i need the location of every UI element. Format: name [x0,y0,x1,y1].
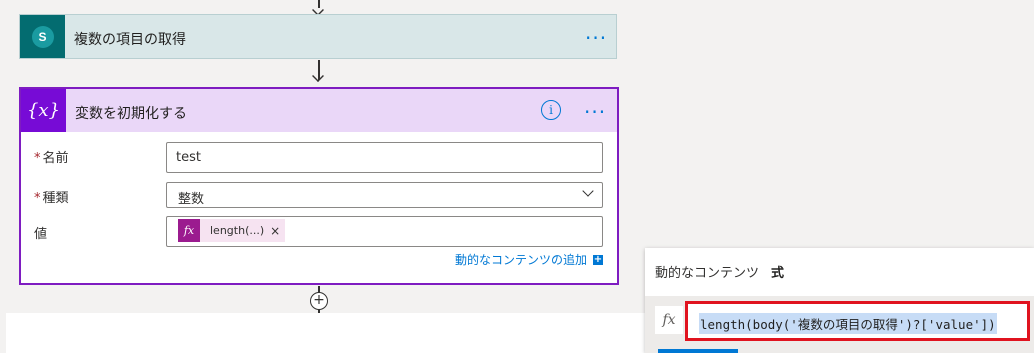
variable-icon: {x} [21,89,66,132]
fx-icon: fx [178,219,200,242]
canvas-bottom-area [6,313,648,353]
expression-ok-button[interactable] [658,349,738,353]
required-mark: * [34,151,41,166]
sharepoint-icon: S [20,15,65,58]
dynamic-content-panel: 動的なコンテンツ 式 fx length(body('複数の項目の取得')?['… [645,248,1034,353]
name-input[interactable]: test [166,142,603,173]
add-dynamic-content-link[interactable]: 動的なコンテンツの追加 + [455,251,603,268]
expression-token-text: length(...) [210,224,265,237]
add-step-button[interactable]: + [310,292,328,310]
value-input[interactable]: fx length(...) × [166,216,603,247]
type-field-label: * 種類 [34,191,69,206]
tab-dynamic-content[interactable]: 動的なコンテンツ [655,262,759,281]
initialize-variable-more-button[interactable]: ··· [584,102,606,122]
tab-expression[interactable]: 式 [771,262,784,281]
token-remove-button[interactable]: × [270,224,285,238]
initialize-variable-header[interactable]: {x} 変数を初期化する i ··· [21,89,617,132]
get-items-card[interactable]: S 複数の項目の取得 ··· [19,14,617,59]
expression-input[interactable]: length(body('複数の項目の取得')?['value']) [685,301,1030,341]
plus-icon: + [593,253,603,265]
required-mark: * [34,191,41,206]
expression-token[interactable]: fx length(...) × [178,219,286,242]
chevron-down-icon[interactable] [582,185,594,197]
expression-text: length(body('複数の項目の取得')?['value']) [699,313,997,334]
initialize-variable-title: 変数を初期化する [75,106,187,122]
value-field-label: 値 [34,227,48,242]
get-items-title: 複数の項目の取得 [74,32,186,48]
type-select[interactable]: 整数 [166,182,603,208]
connector-arrow-middle [312,70,324,82]
fx-icon: fx [655,306,683,334]
initialize-variable-card[interactable]: {x} 変数を初期化する i ··· * 名前 test * 種類 整数 値 fx … [19,87,619,285]
get-items-more-button[interactable]: ··· [585,28,607,48]
name-field-label: * 名前 [34,151,69,166]
info-icon[interactable]: i [541,100,561,120]
expression-bar: fx length(body('複数の項目の取得')?['value']) [645,296,1034,353]
